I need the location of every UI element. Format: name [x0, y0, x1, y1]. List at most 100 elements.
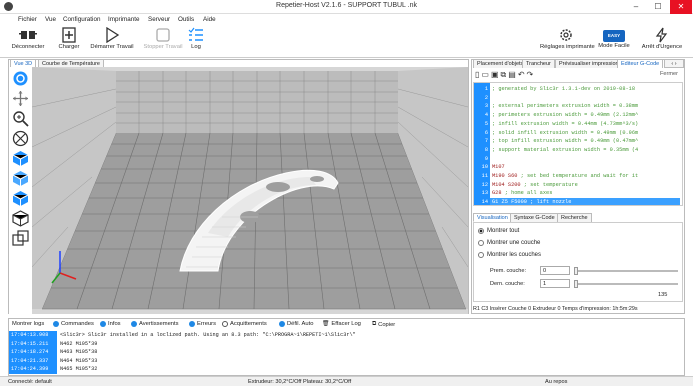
last-layer-slider[interactable]	[574, 283, 678, 285]
tab-object-placement[interactable]: Placement d'objets	[473, 59, 528, 68]
undo-icon[interactable]: ↶	[518, 70, 527, 79]
log-list[interactable]: 17:04:13.908 <Slic3r> Slic3r installed in…	[9, 331, 684, 375]
gcode-line[interactable]: G1 Z5 F5000 ; lift nozzle	[490, 198, 680, 205]
clear-log-button[interactable]: 🗑 Effacer Log	[322, 321, 361, 327]
build-volume-back	[116, 71, 398, 133]
gcode-line[interactable]: M104 S200 ; set temperature	[492, 181, 578, 190]
menu-imprimante[interactable]: Imprimante	[108, 16, 140, 23]
toggle-objects-icon[interactable]	[12, 230, 29, 247]
emergency-stop-button[interactable]: Arrêt d'Urgence	[636, 27, 688, 57]
paste-icon[interactable]: ▤	[508, 70, 518, 79]
first-layer-slider[interactable]	[574, 270, 678, 272]
tab-gcode-editor[interactable]: Editeur G-Code	[617, 59, 664, 68]
load-button[interactable]: Charger	[55, 27, 83, 57]
gcode-line[interactable]: ; perimeters extrusion width = 0.49mm (2…	[492, 111, 638, 120]
last-layer-slider-knob[interactable]	[574, 280, 578, 288]
menu-bar: Fichier Vue Configuration Imprimante Ser…	[0, 14, 693, 25]
gcode-line[interactable]: ; generated by Slic3r 1.3.1-dev on 2019-…	[492, 85, 635, 94]
line-number: 2	[484, 94, 488, 101]
rotate-icon[interactable]	[12, 70, 29, 87]
log-row[interactable]: 17:04:13.908 <Slic3r> Slic3r installed in…	[9, 331, 684, 340]
log-button[interactable]: Log	[186, 27, 206, 57]
tab-slicer[interactable]: Trancheur	[522, 59, 555, 68]
gcode-line[interactable]: ; support material extrusion width = 0.3…	[492, 146, 638, 155]
top-view-icon[interactable]	[12, 190, 29, 207]
filter-infos[interactable]: Infos	[100, 321, 121, 327]
front-view-icon[interactable]	[12, 170, 29, 187]
save-icon[interactable]: ▣	[491, 70, 501, 79]
log-toolbar: Montrer logs Commandes Infos Avertisseme…	[9, 319, 684, 330]
line-number: 5	[484, 120, 488, 127]
tab-search[interactable]: Recherche	[557, 213, 592, 222]
filter-autoscroll[interactable]: Défil. Auto	[279, 321, 313, 327]
filter-errors[interactable]: Erreurs	[189, 321, 216, 327]
zoom-icon[interactable]	[12, 110, 29, 127]
toggle-dot	[279, 321, 285, 327]
log-row[interactable]: 17:04:18.274 N463 M105*38	[9, 348, 684, 357]
easy-badge: EASY	[603, 30, 625, 42]
menu-configuration[interactable]: Configuration	[63, 16, 100, 23]
line-number: 9	[484, 155, 488, 162]
filter-commands[interactable]: Commandes	[53, 321, 94, 327]
side-view-icon[interactable]	[12, 210, 29, 227]
gcode-line[interactable]: ; infill extrusion width = 0.44mm (4.73m…	[492, 120, 638, 129]
filter-warnings[interactable]: Avertissements	[131, 321, 179, 327]
maximize-button[interactable]: ☐	[647, 0, 669, 14]
tab-print-preview[interactable]: Prévisualiser impression	[555, 59, 623, 68]
editor-status-line: R1 C3 Insérer Couche 0 Extrudeur 0 Temps…	[473, 306, 638, 312]
log-row[interactable]: 17:04:15.211 N462 M105*39	[9, 339, 684, 349]
line-number: 12	[481, 181, 488, 188]
open-file-icon[interactable]: ▭	[481, 70, 491, 79]
menu-vue[interactable]: Vue	[45, 16, 56, 23]
menu-serveur[interactable]: Serveur	[148, 16, 170, 23]
log-row[interactable]: 17:04:24.399 N465 M105*32	[9, 365, 684, 374]
printer-settings-button[interactable]: Réglages imprimante	[540, 27, 595, 57]
redo-icon[interactable]: ↷	[527, 70, 536, 79]
line-number: 6	[484, 129, 488, 136]
gcode-line[interactable]: M107	[492, 163, 505, 172]
log-row[interactable]: 17:04:21.337 N464 M105*33	[9, 356, 684, 366]
radio-show-one-layer[interactable]: Montrer une couche	[478, 240, 540, 246]
copy-log-button[interactable]: ⧉ Copier	[372, 321, 395, 328]
iso-view-icon[interactable]	[12, 150, 29, 167]
log-timestamp: 17:04:18.274	[9, 348, 57, 357]
toggle-dot	[131, 321, 137, 327]
disconnect-button[interactable]: Déconnecter	[6, 27, 50, 57]
3d-viewport[interactable]	[32, 67, 468, 314]
easy-mode-button[interactable]: EASY Mode Facile	[597, 27, 631, 57]
radio-show-layers[interactable]: Montrer les couches	[478, 252, 541, 258]
close-editor-link[interactable]: Fermer	[660, 71, 678, 77]
log-message: N463 M105*38	[60, 349, 98, 356]
gcode-editor[interactable]: 1 2 3 4 5 6 7 8 9 10 11 12 13 14 ; generated by Slic3…	[473, 82, 683, 206]
tab-visualisation[interactable]: Visualisation	[473, 213, 512, 222]
max-layer-value: 135	[658, 292, 668, 298]
radio-dot	[478, 240, 484, 246]
reset-view-icon[interactable]	[12, 130, 29, 147]
gcode-line[interactable]: ; top infill extrusion width = 0.49mm (0…	[492, 137, 638, 146]
last-layer-input[interactable]: 1	[540, 279, 570, 288]
gcode-line[interactable]: M190 S60 ; set bed temperature and wait …	[492, 172, 638, 181]
radio-dot	[478, 252, 484, 258]
menu-aide[interactable]: Aide	[203, 16, 216, 23]
stop-job-button[interactable]: Stopper Travail	[141, 27, 185, 57]
gcode-line[interactable]: ; external perimeters extrusion width = …	[492, 102, 638, 111]
close-button[interactable]: ✕	[670, 0, 692, 14]
tab-scroll-arrows[interactable]: ‹ ›	[664, 59, 684, 68]
gcode-line[interactable]: ; solid infill extrusion width = 0.49mm …	[492, 129, 638, 138]
first-layer-slider-knob[interactable]	[574, 267, 578, 275]
menu-outils[interactable]: Outils	[178, 16, 194, 23]
filter-acknowledgements[interactable]: Acquittements	[222, 321, 267, 327]
show-logs-tab[interactable]: Montrer logs	[12, 321, 44, 327]
file-add-icon	[62, 27, 76, 43]
first-layer-input[interactable]: 0	[540, 266, 570, 275]
radio-show-all[interactable]: Montrer tout	[478, 228, 519, 234]
menu-fichier[interactable]: Fichier	[18, 16, 37, 23]
gcode-line[interactable]: G28 ; home all axes	[492, 189, 552, 198]
toolbar: Déconnecter Charger Démarrer Travail Sto…	[0, 25, 693, 58]
first-layer-label: Prem. couche:	[490, 268, 527, 274]
tab-gcode-syntax[interactable]: Syntaxe G-Code	[510, 213, 559, 222]
start-job-button[interactable]: Démarrer Travail	[88, 27, 136, 57]
toggle-dot	[53, 321, 59, 327]
move-icon[interactable]	[12, 90, 29, 107]
minimize-button[interactable]: –	[625, 0, 647, 14]
